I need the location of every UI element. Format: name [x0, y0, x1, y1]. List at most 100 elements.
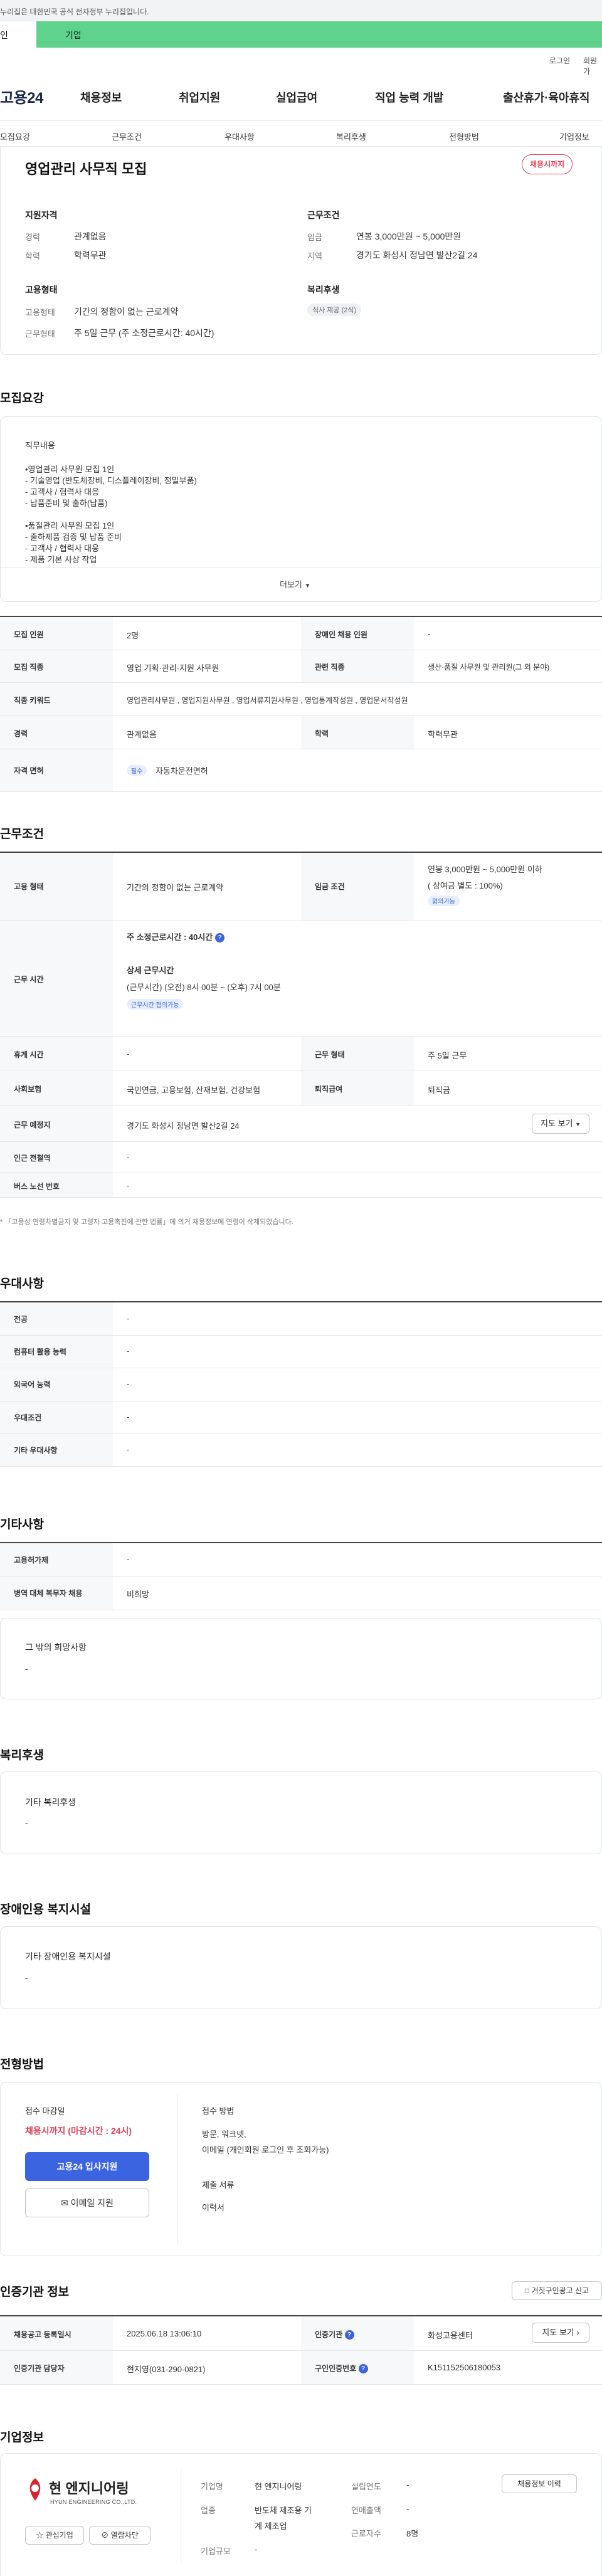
license-required-badge: 필수 [127, 765, 147, 776]
conditions-heading: 근무조건 [307, 210, 340, 220]
report-label: 거짓구인광고 신고 [531, 2286, 589, 2295]
process-title: 전형방법 [0, 2058, 44, 2071]
info-icon[interactable]: ? [344, 2330, 354, 2340]
facility-title: 장애인용 복지시설 [0, 1903, 92, 1916]
work-type-value: 주 5일 근무 (주 소정근로시간: 40시간) [74, 328, 214, 338]
gnb-item-benefit[interactable]: 실업급여 [276, 89, 317, 105]
duty-line: - 고객사 / 협력사 대응 [25, 487, 100, 497]
snb-company[interactable]: 기업정보 [559, 130, 589, 142]
reg-date-label: 채용공고 등록일시 [14, 2330, 71, 2339]
apply-button[interactable]: 고용24 입사지원 [25, 2152, 149, 2181]
snb-work[interactable]: 근무조건 [112, 130, 142, 142]
shift-value: 주 5일 근무 [428, 1051, 467, 1060]
age-note: * 「고용상 연령차별금지 및 고령자 고용촉진에 관한 법률」에 의거 채용정… [0, 1218, 293, 1226]
company-logo-text: 현 엔지니어링 [49, 2481, 129, 2496]
preference-label: 컴퓨터 활용 능력 [14, 1348, 66, 1357]
company-name-label: 기업명 [201, 2482, 223, 2491]
related-job-value: 생산·품질 사무원 및 관리원(그 외 분야) [428, 663, 550, 672]
tab-business[interactable]: 기업 [36, 21, 602, 48]
headcount-label: 모집 인원 [14, 630, 44, 639]
duty-line: - 제품 기본 사상 작업 [25, 555, 97, 564]
deadline-label: 접수 마감일 [25, 2106, 65, 2116]
duty-line: - 출하제품 검증 및 납품 준비 [25, 532, 122, 542]
method-label: 접수 방법 [202, 2106, 235, 2116]
company-size-value: - [255, 2545, 258, 2554]
job-title: 영업관리 사무직 모집 [25, 161, 147, 177]
region-label: 지역 [307, 251, 322, 261]
wage-negotiable-badge: 협의가능 [428, 895, 460, 906]
site-logo[interactable]: 고용24 [0, 85, 43, 107]
tab-individual[interactable]: 인 [0, 21, 36, 48]
manager-value: 현지영(031-290-0821) [127, 2365, 206, 2374]
star-icon: ☆ [36, 2531, 44, 2540]
education-value: 학력무관 [74, 250, 107, 260]
job-category-value: 영업 기획·관리·지원 사무원 [127, 663, 219, 673]
wage-label: 임금 [307, 233, 322, 242]
wage-value: 연봉 3,000만원 ~ 5,000만원 [356, 231, 462, 241]
chevron-down-icon: ▼ [575, 1121, 581, 1127]
snb-preference[interactable]: 우대사항 [224, 130, 255, 142]
favorite-button[interactable]: ☆ 관심기업 [25, 2526, 84, 2545]
map-button[interactable]: 지도 보기 ▼ [532, 1114, 589, 1134]
gnb-item-training[interactable]: 직업 능력 개발 [375, 89, 443, 105]
snb-process[interactable]: 전형방법 [449, 130, 479, 142]
row-divider [0, 1036, 602, 1037]
duty-line: - 기술영업 (반도체장비, 디스플레이장비, 정밀부품) [25, 476, 197, 485]
info-icon[interactable]: ? [358, 2364, 368, 2374]
career-label: 경력 [25, 233, 40, 242]
history-button[interactable]: 채용정보 이력 [502, 2474, 577, 2493]
keyword-value: 영업관리사무원 , 영업지원사무원 , 영업서류지원사무원 , 영업통계작성원 … [127, 696, 408, 705]
keyword-label: 직종 키워드 [14, 696, 51, 705]
hours-detail-title: 상세 근무시간 [127, 966, 174, 975]
career-req-label: 경력 [14, 729, 28, 738]
snb-welfare[interactable]: 복리후생 [336, 130, 366, 142]
mail-icon: ✉ [61, 2198, 68, 2208]
emp-type-label: 고용 형태 [14, 882, 44, 891]
duty-line: •영업관리 사무원 모집 1인 [25, 465, 115, 474]
chevron-down-icon: ▼ [304, 583, 311, 589]
facility-box-title: 기타 장애인용 복지시설 [25, 1951, 111, 1961]
info-icon[interactable]: ? [214, 933, 224, 943]
snb-recruit[interactable]: 모집요강 [0, 130, 30, 142]
company-title: 기업정보 [0, 2431, 44, 2444]
join-link[interactable]: 회원가 [583, 55, 602, 77]
gnb-item-jobs[interactable]: 채용정보 [80, 89, 122, 105]
report-button[interactable]: □ 거짓구인광고 신고 [512, 2281, 602, 2300]
block-icon: ⊘ [101, 2531, 109, 2540]
work-th-col1 [0, 853, 113, 1197]
employment-heading: 고용형태 [25, 285, 58, 295]
welfare-box-title: 기타 복리후생 [25, 1797, 77, 1807]
other-wishes-title: 그 밖의 희망사항 [25, 1642, 87, 1652]
gnb-item-leave[interactable]: 출산휴가·육아휴직 [503, 89, 589, 105]
block-button[interactable]: ⊘ 열람차단 [89, 2526, 150, 2545]
company-logo-mark [25, 2477, 45, 2502]
agency-title: 인증기관 정보 [0, 2286, 70, 2299]
agency-map-button[interactable]: 지도 보기 › [532, 2323, 589, 2343]
wage-cond-value: 연봉 3,000만원 ~ 5,000만원 이하 [428, 865, 542, 874]
preference-label: 외국어 능력 [14, 1380, 51, 1390]
bus-label: 버스 노선 번호 [14, 1182, 60, 1191]
email-apply-button[interactable]: ✉ 이메일 지원 [25, 2188, 149, 2217]
edu-req-value: 학력무관 [428, 730, 458, 739]
bus-value: - [127, 1181, 130, 1190]
docs-value: 이력서 [202, 2203, 224, 2212]
row-divider [0, 2384, 602, 2385]
sales-label: 연매출액 [351, 2506, 381, 2515]
other-wishes-value: - [25, 1664, 28, 1674]
row-divider [0, 1576, 602, 1577]
preference-label: 전공 [14, 1315, 28, 1324]
industry-label: 업종 [201, 2506, 216, 2515]
login-link[interactable]: 로그인 [549, 55, 570, 66]
preference-title: 우대사항 [0, 1277, 44, 1291]
gnb-item-support[interactable]: 취업지원 [179, 89, 220, 105]
more-button[interactable]: 더보기 ▼ [280, 578, 310, 590]
region-value: 경기도 화성시 정남면 발산2길 24 [356, 250, 478, 260]
chevron-right-icon: › [576, 2328, 579, 2337]
wage-bonus: ( 상여금 별도 : 100%) [428, 881, 503, 890]
sales-value: - [406, 2504, 409, 2513]
qualification-heading: 지원자격 [25, 210, 58, 220]
org-value: 화성고용센터 [428, 2331, 473, 2340]
job-category-label: 모집 직종 [14, 663, 44, 672]
hours-label: 근무 시간 [14, 975, 44, 984]
row-divider [0, 682, 602, 683]
